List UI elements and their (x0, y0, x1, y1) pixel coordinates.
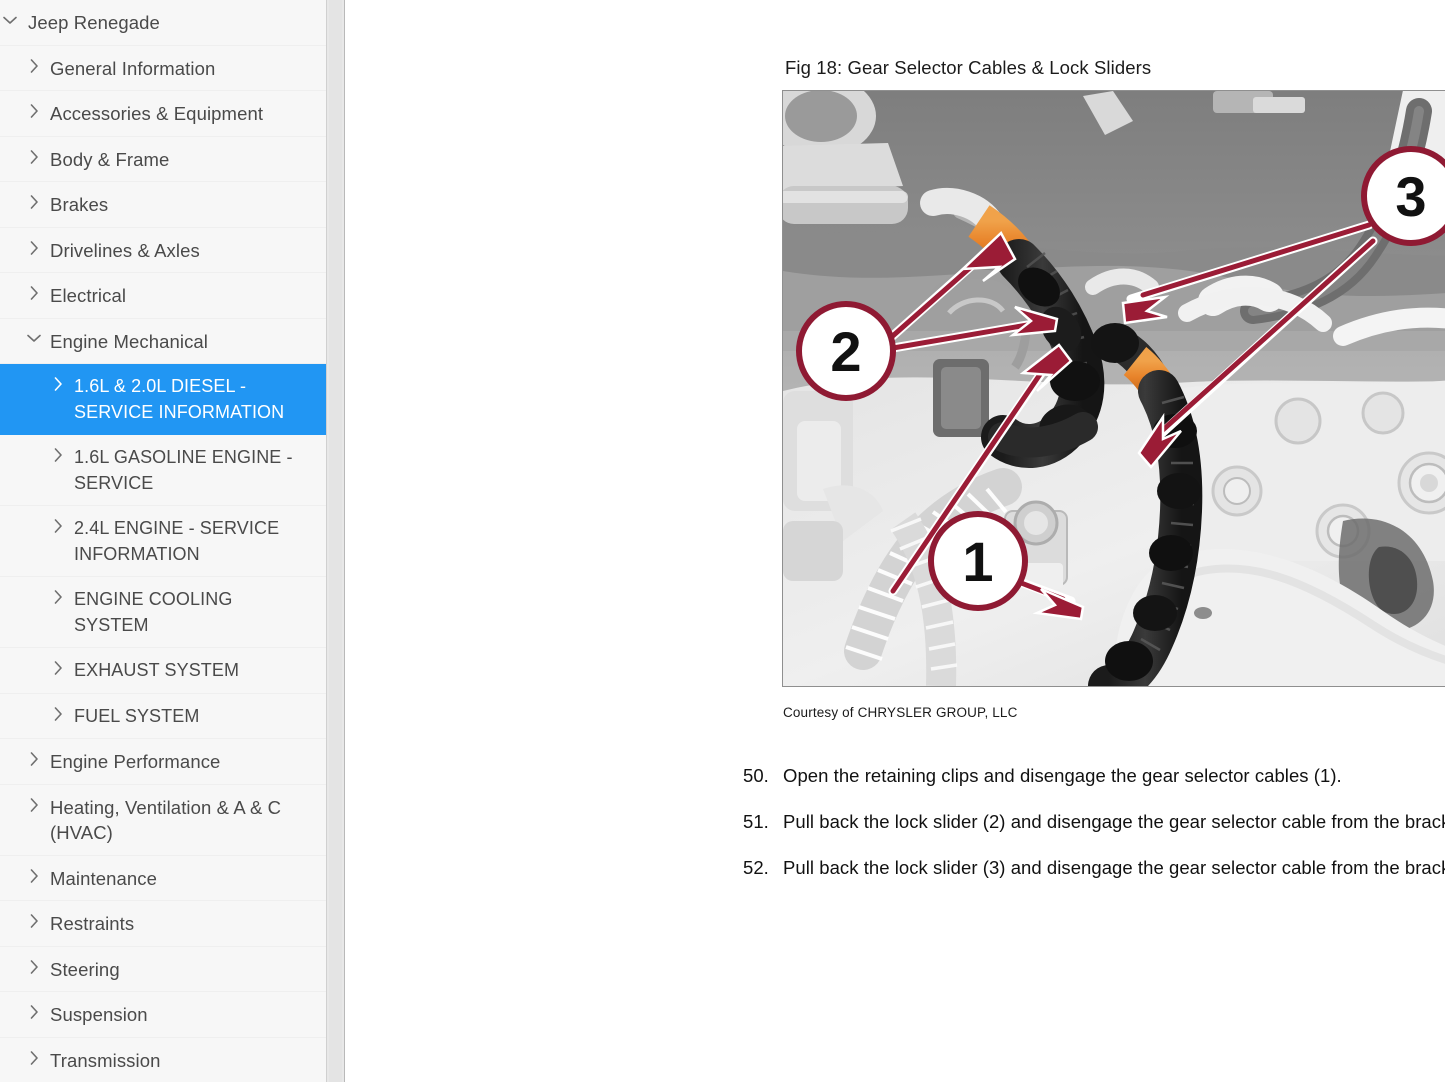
tree-item-label: Drivelines & Axles (50, 239, 200, 261)
tree-item-label: Suspension (50, 1004, 148, 1025)
chevron-right-icon[interactable] (50, 445, 66, 465)
tree-item-engine-mechanical[interactable]: Engine Mechanical (0, 318, 326, 364)
tree-item-body-frame[interactable]: Body & Frame (0, 136, 326, 182)
tree-item-brakes[interactable]: Brakes (0, 182, 326, 228)
chevron-right-icon[interactable] (50, 587, 66, 607)
callout-marker-2: 2 (796, 301, 896, 401)
chevron-right-icon[interactable] (50, 658, 66, 678)
tree-item-label: Accessories & Equipment (50, 103, 264, 124)
chevron-right-icon[interactable] (26, 795, 42, 815)
chevron-right-icon[interactable] (26, 147, 42, 167)
tree-item-engine-cooling-system[interactable]: ENGINE COOLING SYSTEM (0, 577, 326, 648)
tree-item-label: EXHAUST SYSTEM (74, 660, 240, 680)
tree-item-label: Restraints (50, 913, 135, 934)
chevron-right-icon[interactable] (26, 101, 42, 121)
tree-item-label: Engine Mechanical (50, 330, 209, 352)
tree-item-label: Engine Performance (50, 751, 221, 772)
sidebar-scrollbar[interactable] (326, 0, 345, 1082)
svg-text:1: 1 (962, 530, 993, 593)
tree-item-engine-performance[interactable]: Engine Performance (0, 739, 326, 785)
figure-courtesy-caption: Courtesy of CHRYSLER GROUP, LLC (783, 705, 1018, 720)
chevron-right-icon[interactable] (26, 192, 42, 212)
tree-item-maintenance[interactable]: Maintenance (0, 855, 326, 901)
chevron-right-icon[interactable] (26, 1002, 42, 1022)
procedure-step: 52. Pull back the lock slider (3) and dis… (743, 857, 1445, 879)
engine-bay-photo: 1 2 3 (783, 91, 1445, 686)
tree-item-label: General Information (50, 57, 216, 79)
chevron-right-icon[interactable] (26, 56, 42, 76)
chevron-right-icon[interactable] (26, 749, 42, 769)
sidebar-scrollbar-thumb[interactable] (329, 0, 342, 1082)
step-text: Open the retaining clips and disengage t… (783, 765, 1342, 786)
tree-item-label: Body & Frame (50, 148, 170, 170)
step-number: 50. (743, 765, 769, 786)
procedure-step: 51. Pull back the lock slider (2) and dis… (743, 811, 1445, 833)
toc-tree: Jeep Renegade General Information Accessor… (0, 0, 326, 1082)
tree-item-exhaust-system[interactable]: EXHAUST SYSTEM (0, 648, 326, 694)
tree-item-label: 1.6L GASOLINE ENGINE - SERVICE (74, 447, 293, 493)
chevron-right-icon[interactable] (26, 866, 42, 886)
svg-text:2: 2 (830, 320, 861, 383)
chevron-right-icon[interactable] (50, 516, 66, 536)
svg-text:3: 3 (1395, 165, 1426, 228)
tree-item-1-6l-2-0l-diesel-service-information[interactable]: 1.6L & 2.0L DIESEL - SERVICE INFORMATION (0, 364, 326, 435)
callout-marker-1: 1 (928, 511, 1028, 611)
chevron-right-icon[interactable] (26, 238, 42, 258)
document-content-pane: Fig 18: Gear Selector Cables & Lock Slid… (345, 0, 1445, 1082)
tree-item-restraints[interactable]: Restraints (0, 901, 326, 947)
chevron-right-icon[interactable] (26, 283, 42, 303)
tree-item-label: Brakes (50, 194, 109, 215)
step-number: 52. (743, 857, 769, 878)
figure-image[interactable]: 1 2 3 (782, 90, 1445, 687)
tree-item-label: Steering (50, 958, 120, 980)
tree-item-label: Heating, Ventilation & A & C (HVAC) (50, 796, 282, 844)
tree-item-2-4l-engine-service-information[interactable]: 2.4L ENGINE - SERVICE INFORMATION (0, 506, 326, 577)
chevron-right-icon[interactable] (26, 1048, 42, 1068)
figure-title: Fig 18: Gear Selector Cables & Lock Slid… (785, 57, 1152, 78)
tree-item-label: Transmission (50, 1049, 161, 1071)
tree-item-drivelines-axles[interactable]: Drivelines & Axles (0, 227, 326, 273)
chevron-right-icon[interactable] (50, 374, 66, 394)
step-text: Pull back the lock slider (3) and diseng… (783, 857, 1445, 878)
sidebar-navigation-tree[interactable]: Jeep Renegade General Information Accessor… (0, 0, 326, 1082)
tree-item-heating-ventilation-a-c-hvac[interactable]: Heating, Ventilation & A & C (HVAC) (0, 784, 326, 856)
tree-item-steering[interactable]: Steering (0, 946, 326, 992)
chevron-down-icon[interactable] (2, 10, 18, 30)
chevron-right-icon[interactable] (26, 911, 42, 931)
step-number: 51. (743, 811, 769, 832)
chevron-down-icon[interactable] (26, 329, 42, 349)
procedure-step-list: 50. Open the retaining clips and disengag… (743, 765, 1445, 903)
callout-marker-3: 3 (1361, 146, 1445, 246)
tree-item-1-6l-gasoline-engine-service[interactable]: 1.6L GASOLINE ENGINE - SERVICE (0, 435, 326, 506)
tree-item-label: FUEL SYSTEM (74, 705, 200, 726)
tree-item-electrical[interactable]: Electrical (0, 273, 326, 319)
tree-item-label: Jeep Renegade (28, 12, 160, 33)
chevron-right-icon[interactable] (50, 704, 66, 724)
tree-item-accessories-equipment[interactable]: Accessories & Equipment (0, 91, 326, 137)
tree-item-label: Maintenance (50, 867, 158, 889)
tree-item-label: ENGINE COOLING SYSTEM (74, 589, 233, 635)
tree-item-label: 2.4L ENGINE - SERVICE INFORMATION (74, 518, 280, 564)
tree-item-fuel-system[interactable]: FUEL SYSTEM (0, 693, 326, 739)
tree-item-label: 1.6L & 2.0L DIESEL - SERVICE INFORMATION (74, 376, 285, 422)
document-viewer: Jeep Renegade General Information Accessor… (0, 0, 1445, 1082)
procedure-step: 50. Open the retaining clips and disengag… (743, 765, 1445, 787)
tree-item-root[interactable]: Jeep Renegade (0, 0, 326, 46)
step-text: Pull back the lock slider (2) and diseng… (783, 811, 1445, 832)
chevron-right-icon[interactable] (26, 957, 42, 977)
tree-item-transmission[interactable]: Transmission (0, 1037, 326, 1082)
tree-item-label: Electrical (50, 285, 127, 306)
tree-item-suspension[interactable]: Suspension (0, 992, 326, 1038)
tree-item-general-information[interactable]: General Information (0, 45, 326, 91)
